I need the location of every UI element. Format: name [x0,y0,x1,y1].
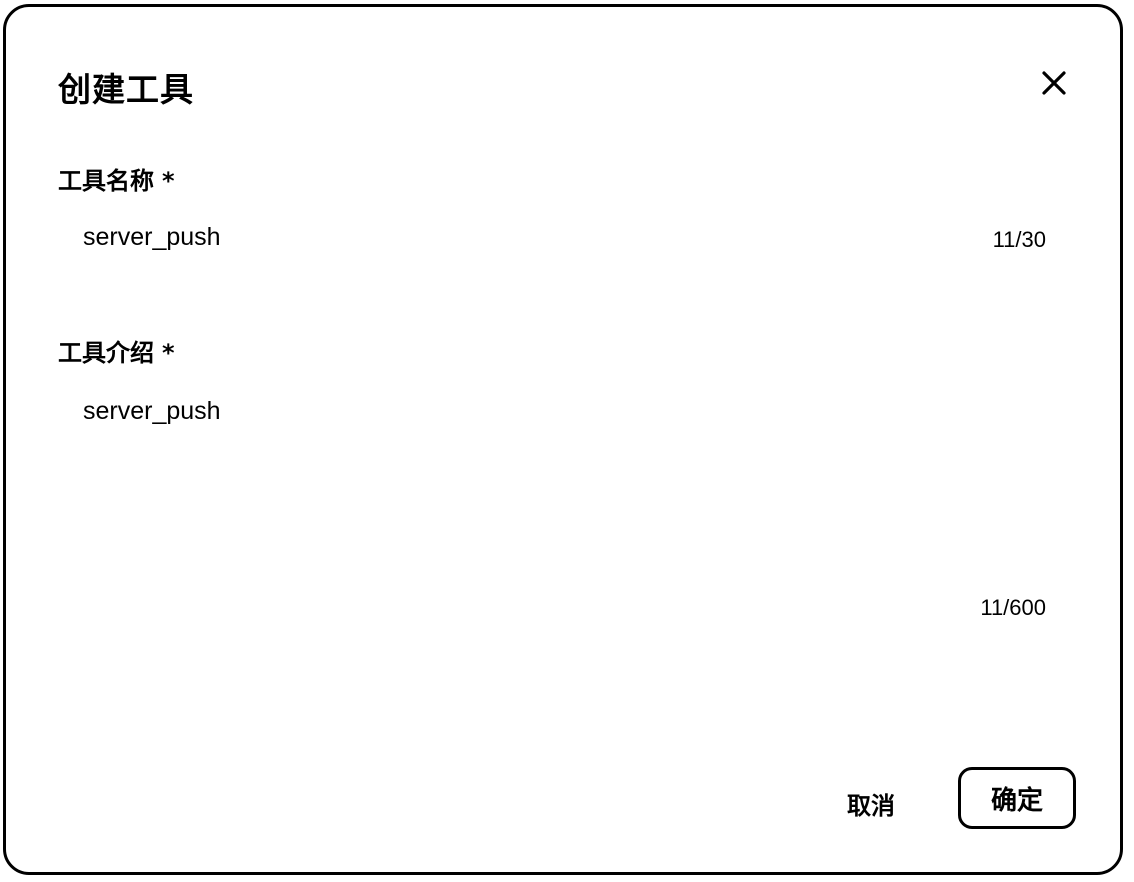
required-mark: * [162,339,175,367]
tool-name-label: 工具名称 * [58,161,175,196]
tool-name-label-text: 工具名称 [58,167,154,195]
close-icon [1042,71,1066,95]
tool-name-input[interactable] [83,223,783,252]
close-button[interactable] [1034,63,1074,103]
cancel-button[interactable]: 取消 [826,779,916,827]
tool-description-char-counter: 11/600 [980,595,1046,620]
tool-description-label: 工具介绍 * [58,333,175,368]
confirm-button[interactable]: 确定 [958,767,1076,829]
tool-name-char-counter: 11/30 [992,227,1046,252]
create-tool-dialog: 创建工具 工具名称 * 11/30 工具介绍 * server_push 11/60… [3,4,1123,875]
tool-description-label-text: 工具介绍 [58,339,154,367]
dialog-title: 创建工具 [58,70,194,109]
tool-description-textarea[interactable]: server_push [83,397,983,567]
required-mark: * [162,167,175,195]
